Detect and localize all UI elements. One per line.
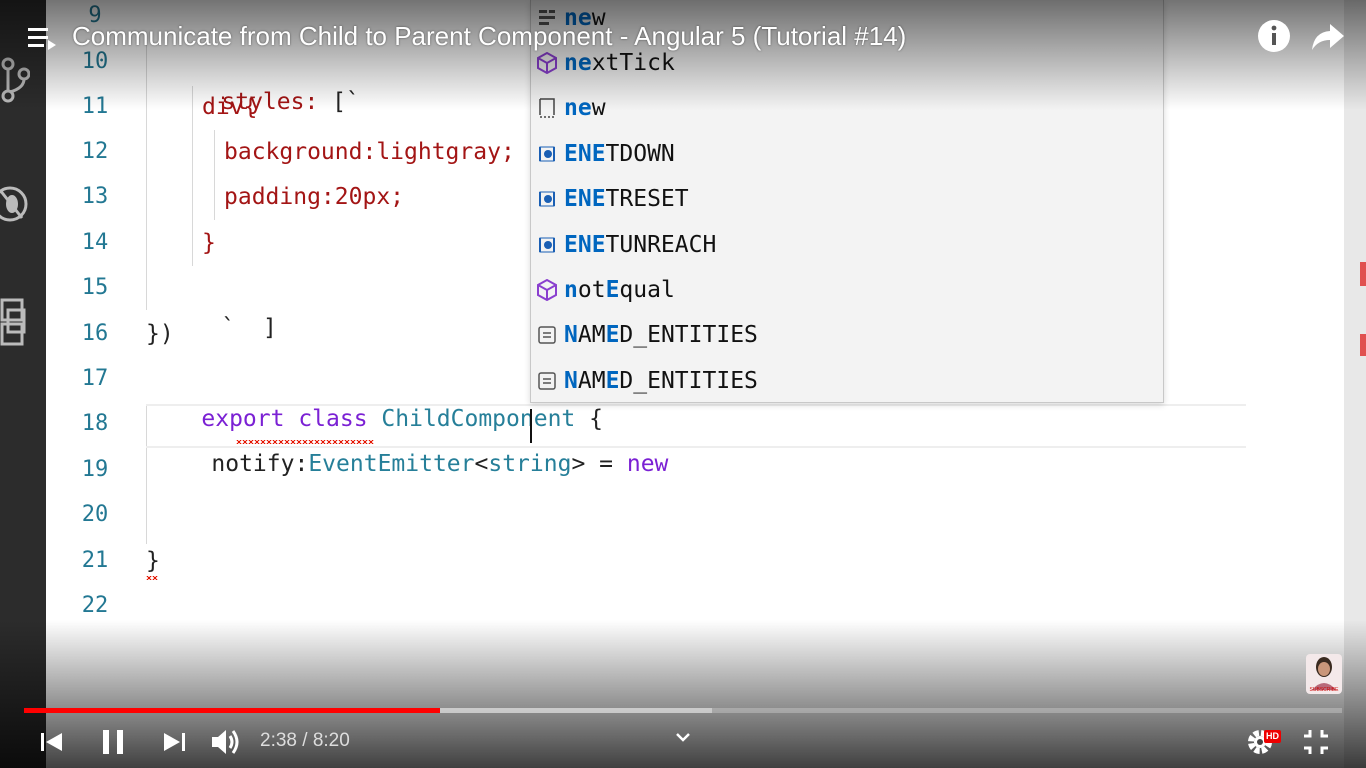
suggestion-text: TDOWN [605, 141, 675, 167]
line-number: 15 [81, 275, 109, 300]
video-title[interactable]: Communicate from Child to Parent Compone… [72, 16, 906, 56]
suggestion-match: E [605, 322, 620, 348]
suggestion-text: TRESET [605, 186, 689, 212]
time-separator: / [296, 730, 313, 751]
scrollbar-marker [1360, 262, 1366, 286]
time-display: 2:38 / 8:20 [260, 726, 350, 756]
line-number: 11 [81, 94, 109, 119]
code-line-16[interactable]: }) [146, 314, 174, 354]
line-number: 16 [81, 321, 109, 346]
progress-bar[interactable] [24, 708, 1342, 713]
suggestion-text: AM [577, 322, 606, 348]
suggestion-match: E [605, 368, 620, 394]
enum-icon [538, 372, 556, 390]
method-cube-icon [537, 279, 557, 301]
code-line-13[interactable]: padding:20px; [224, 177, 404, 217]
variable-icon [539, 146, 555, 162]
info-icon[interactable] [1256, 18, 1292, 54]
suggestion-match: ne [564, 95, 592, 121]
line-number: 12 [81, 139, 109, 164]
suggestion-item[interactable]: ENETUNREACH [531, 223, 1163, 268]
code-token: ` [221, 315, 236, 341]
suggestion-text: qual [619, 277, 675, 303]
code-line-11[interactable]: div{ [202, 87, 257, 127]
line-number: 18 [81, 411, 109, 436]
activity-bar [0, 0, 46, 768]
progress-played [24, 708, 441, 713]
suggestion-item[interactable]: new [531, 86, 1163, 131]
code-line-18[interactable]: notify:EventEmitter<string> = new [156, 404, 668, 477]
suggestion-match: n [564, 277, 578, 303]
enum-icon [538, 326, 556, 344]
line-number: 20 [81, 502, 109, 527]
code-token: [` [332, 89, 360, 115]
code-line-12[interactable]: background:lightgray; [224, 132, 515, 172]
text-cursor [530, 409, 532, 443]
code-token: new [626, 451, 669, 477]
indent-guide [146, 40, 147, 310]
suggestion-item[interactable]: NAMED_ENTITIES [531, 359, 1163, 404]
code-token: > = [571, 451, 627, 477]
code-token: ] [262, 315, 277, 341]
error-squiggle [146, 576, 158, 580]
watermark-label: SUBSCRIBE [1309, 687, 1339, 693]
suggestion-text: AM [577, 368, 606, 394]
hd-badge: HD [1264, 730, 1281, 743]
menu-icon[interactable] [24, 20, 60, 56]
code-editor: 9 10 11 12 13 14 15 16 17 18 19 20 21 22… [46, 0, 1344, 768]
suggestion-item[interactable]: notEqual [531, 268, 1163, 313]
line-number: 14 [81, 230, 109, 255]
line-number: 13 [81, 184, 109, 209]
debug-icon [0, 186, 28, 222]
suggestion-match: ENE [564, 232, 606, 258]
suggestion-item[interactable]: ENETDOWN [531, 132, 1163, 177]
code-token: EventEmitter [308, 451, 475, 477]
editor-scrollbar[interactable] [1344, 0, 1366, 768]
volume-icon[interactable] [206, 722, 246, 762]
code-line-21[interactable]: } [146, 541, 160, 581]
channel-watermark[interactable]: SUBSCRIBE [1306, 654, 1342, 694]
suggestion-item[interactable]: NAMED_ENTITIES [531, 313, 1163, 358]
pause-icon[interactable] [93, 722, 133, 762]
code-token: notify: [211, 451, 309, 477]
skip-next-icon[interactable] [154, 722, 194, 762]
suggestion-match: E [605, 277, 620, 303]
error-squiggle [236, 440, 374, 444]
suggestion-match: N [564, 368, 578, 394]
suggestion-text: D_ENTITIES [619, 368, 758, 394]
suggestion-text: ot [577, 277, 606, 303]
suggestion-list: new nextTick new ENETDOWN ENETRESET ENET… [530, 0, 1164, 403]
code-token: string [488, 451, 572, 477]
suggestion-text: D_ENTITIES [619, 322, 758, 348]
keyword-icon [539, 98, 555, 118]
line-number: 21 [81, 548, 109, 573]
line-number: 22 [81, 593, 109, 618]
share-icon[interactable] [1310, 18, 1346, 54]
extensions-icon [0, 298, 26, 346]
line-number: 19 [81, 457, 109, 482]
skip-previous-icon[interactable] [32, 722, 72, 762]
code-line-15[interactable]: ` ] [166, 268, 276, 341]
suggestion-match: ENE [564, 186, 606, 212]
variable-icon [539, 237, 555, 253]
suggestion-match: N [564, 322, 578, 348]
variable-icon [539, 191, 555, 207]
suggestion-match: ENE [564, 141, 606, 167]
code-token: < [474, 451, 489, 477]
line-number: 17 [81, 366, 109, 391]
time-total: 8:20 [312, 730, 350, 751]
suggestion-item[interactable]: ENETRESET [531, 177, 1163, 222]
suggestion-text: TUNREACH [605, 232, 717, 258]
scrollbar-marker [1360, 334, 1366, 356]
code-line-14[interactable]: } [202, 223, 216, 263]
exit-fullscreen-icon[interactable] [1296, 722, 1336, 762]
time-current: 2:38 [260, 730, 297, 751]
indent-guide [214, 130, 215, 220]
chevron-down-icon[interactable] [663, 718, 703, 758]
source-control-icon [1, 57, 30, 103]
suggestion-text: w [591, 95, 606, 121]
